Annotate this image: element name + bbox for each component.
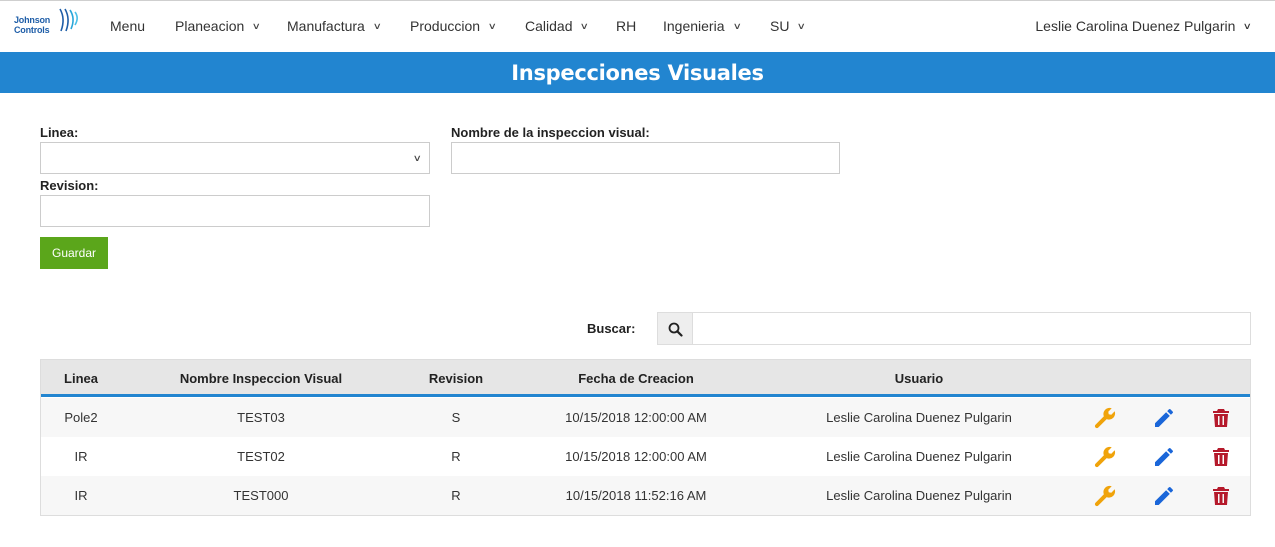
cell-nombre: TEST02 — [237, 449, 285, 464]
wrench-icon[interactable] — [1093, 484, 1117, 508]
revision-label: Revision: — [40, 178, 99, 193]
search-addon — [657, 312, 693, 345]
search-label: Buscar: — [587, 321, 636, 336]
cell-fecha: 10/15/2018 12:00:00 AM — [565, 449, 707, 464]
cell-linea: IR — [74, 449, 88, 464]
column-header-fecha[interactable]: Fecha de Creacion — [578, 371, 694, 386]
nombre-label: Nombre de la inspeccion visual: — [451, 125, 650, 140]
chevron-down-icon: ∨ — [580, 21, 590, 31]
wrench-icon[interactable] — [1093, 445, 1117, 469]
trash-icon[interactable] — [1209, 406, 1233, 430]
table-row: IR TEST02 R 10/15/2018 12:00:00 AM Lesli… — [41, 437, 1250, 476]
johnson-controls-logo[interactable]: Johnson Controls — [14, 7, 84, 41]
nav-planeacion[interactable]: Planeacion ∨ — [175, 18, 262, 34]
table-row: IR TEST000 R 10/15/2018 11:52:16 AM Lesl… — [41, 476, 1250, 515]
nav-ingenieria[interactable]: Ingenieria ∨ — [663, 18, 742, 34]
trash-icon[interactable] — [1209, 445, 1233, 469]
cell-nombre: TEST000 — [233, 488, 289, 503]
trash-icon[interactable] — [1209, 484, 1233, 508]
pencil-icon[interactable] — [1152, 484, 1176, 508]
search-icon — [668, 322, 683, 337]
chevron-down-icon: ∨ — [251, 21, 262, 31]
chevron-down-icon: ∨ — [797, 21, 807, 31]
cell-fecha: 10/15/2018 11:52:16 AM — [565, 488, 707, 503]
linea-select[interactable]: ∨ — [40, 142, 430, 174]
column-header-nombre[interactable]: Nombre Inspeccion Visual — [180, 371, 342, 386]
top-navbar: Johnson Controls Menu Planeacion ∨ Manufa… — [0, 0, 1275, 52]
logo-swirl-icon — [59, 8, 79, 32]
cell-usuario: Leslie Carolina Duenez Pulgarin — [826, 410, 1012, 425]
nav-su[interactable]: SU ∨ — [770, 18, 807, 34]
cell-nombre: TEST03 — [237, 410, 285, 425]
nav-produccion[interactable]: Produccion ∨ — [410, 18, 497, 34]
table-header: Linea Nombre Inspeccion Visual Revision … — [41, 360, 1250, 397]
column-header-usuario[interactable]: Usuario — [895, 371, 943, 386]
chevron-down-icon: ∨ — [372, 21, 382, 31]
cell-revision: R — [451, 488, 461, 503]
cell-revision: S — [451, 410, 461, 425]
nav-manufactura[interactable]: Manufactura ∨ — [287, 18, 382, 34]
nav-rh[interactable]: RH — [616, 18, 636, 34]
cell-revision: R — [451, 449, 461, 464]
nav-calidad[interactable]: Calidad ∨ — [525, 18, 590, 34]
pencil-icon[interactable] — [1152, 406, 1176, 430]
wrench-icon[interactable] — [1093, 406, 1117, 430]
cell-usuario: Leslie Carolina Duenez Pulgarin — [826, 449, 1012, 464]
chevron-down-icon: ∨ — [413, 153, 423, 163]
inspections-table: Linea Nombre Inspeccion Visual Revision … — [40, 359, 1251, 516]
column-header-revision[interactable]: Revision — [429, 371, 483, 386]
cell-linea: Pole2 — [64, 410, 98, 425]
page-title: Inspecciones Visuales — [511, 61, 764, 85]
page-title-bar: Inspecciones Visuales — [0, 52, 1275, 93]
chevron-down-icon: ∨ — [1243, 21, 1253, 31]
pencil-icon[interactable] — [1152, 445, 1176, 469]
linea-label: Linea: — [40, 125, 79, 140]
column-header-linea[interactable]: Linea — [64, 371, 98, 386]
nav-menu[interactable]: Menu — [110, 18, 145, 34]
cell-fecha: 10/15/2018 12:00:00 AM — [565, 410, 707, 425]
chevron-down-icon: ∨ — [487, 21, 497, 31]
cell-usuario: Leslie Carolina Duenez Pulgarin — [826, 488, 1012, 503]
save-button[interactable]: Guardar — [40, 237, 108, 269]
chevron-down-icon: ∨ — [732, 21, 742, 31]
revision-input[interactable] — [40, 195, 430, 227]
user-menu[interactable]: Leslie Carolina Duenez Pulgarin ∨ — [1035, 18, 1253, 34]
table-row: Pole2 TEST03 S 10/15/2018 12:00:00 AM Le… — [41, 398, 1250, 437]
nombre-input[interactable] — [451, 142, 840, 174]
search-input[interactable] — [692, 312, 1251, 345]
cell-linea: IR — [74, 488, 88, 503]
logo-text: Johnson Controls — [14, 15, 51, 35]
